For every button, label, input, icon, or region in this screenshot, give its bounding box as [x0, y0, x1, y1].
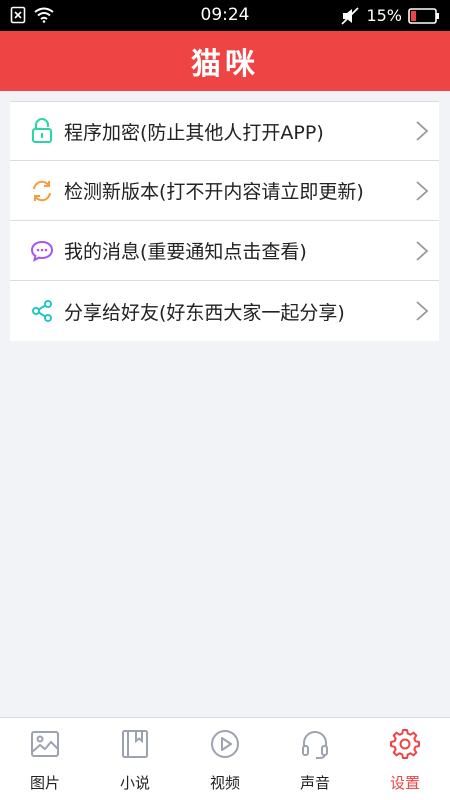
tab-settings[interactable]: 设置 — [360, 718, 450, 800]
lock-icon — [30, 118, 54, 143]
menu-item-app-lock[interactable]: 程序加密(防止其他人打开APP) — [10, 101, 439, 161]
page-title: 猫咪 — [191, 47, 259, 82]
menu-item-label: 程序加密(防止其他人打开APP) — [64, 121, 324, 144]
menu-item-messages[interactable]: 我的消息(重要通知点击查看) — [10, 221, 439, 281]
status-right-icons: 15% — [340, 6, 440, 25]
chevron-right-icon — [416, 180, 429, 201]
tab-label: 小说 — [119, 774, 150, 792]
gear-icon — [390, 729, 420, 759]
tab-label: 设置 — [389, 774, 420, 792]
headphones-icon — [302, 731, 328, 759]
menu-item-check-update[interactable]: 检测新版本(打不开内容请立即更新) — [10, 161, 439, 221]
menu-item-label: 我的消息(重要通知点击查看) — [64, 241, 307, 263]
tab-label: 视频 — [209, 774, 240, 792]
tab-label: 声音 — [299, 774, 330, 792]
tab-audio[interactable]: 声音 — [270, 718, 360, 800]
chevron-right-icon — [416, 301, 429, 321]
bottom-tab-bar: 图片 小说 视频 声音 设置 — [0, 717, 450, 800]
tab-label: 图片 — [29, 774, 60, 792]
chevron-right-icon — [416, 121, 429, 141]
status-bar: 09:24 15% — [0, 0, 450, 31]
tab-novels[interactable]: 小说 — [90, 718, 180, 800]
refresh-icon — [30, 179, 54, 203]
mute-icon — [341, 6, 360, 25]
chevron-right-icon — [416, 240, 429, 261]
tab-videos[interactable]: 视频 — [180, 718, 270, 800]
tab-images[interactable]: 图片 — [0, 718, 90, 800]
play-icon — [211, 730, 239, 758]
app-header: 猫咪 — [0, 31, 450, 91]
share-icon — [30, 299, 54, 323]
menu-item-label: 检测新版本(打不开内容请立即更新) — [64, 181, 364, 203]
book-icon — [122, 730, 148, 758]
battery-icon — [408, 7, 439, 24]
image-icon — [31, 731, 59, 757]
battery-percent: 15% — [366, 6, 402, 25]
menu-item-share[interactable]: 分享给好友(好东西大家一起分享) — [10, 281, 439, 341]
settings-menu: 程序加密(防止其他人打开APP) 检测新版本(打不开内容请立即更新) 我的消息(… — [10, 101, 439, 341]
message-icon — [30, 239, 54, 263]
menu-item-label: 分享给好友(好东西大家一起分享) — [64, 301, 345, 324]
